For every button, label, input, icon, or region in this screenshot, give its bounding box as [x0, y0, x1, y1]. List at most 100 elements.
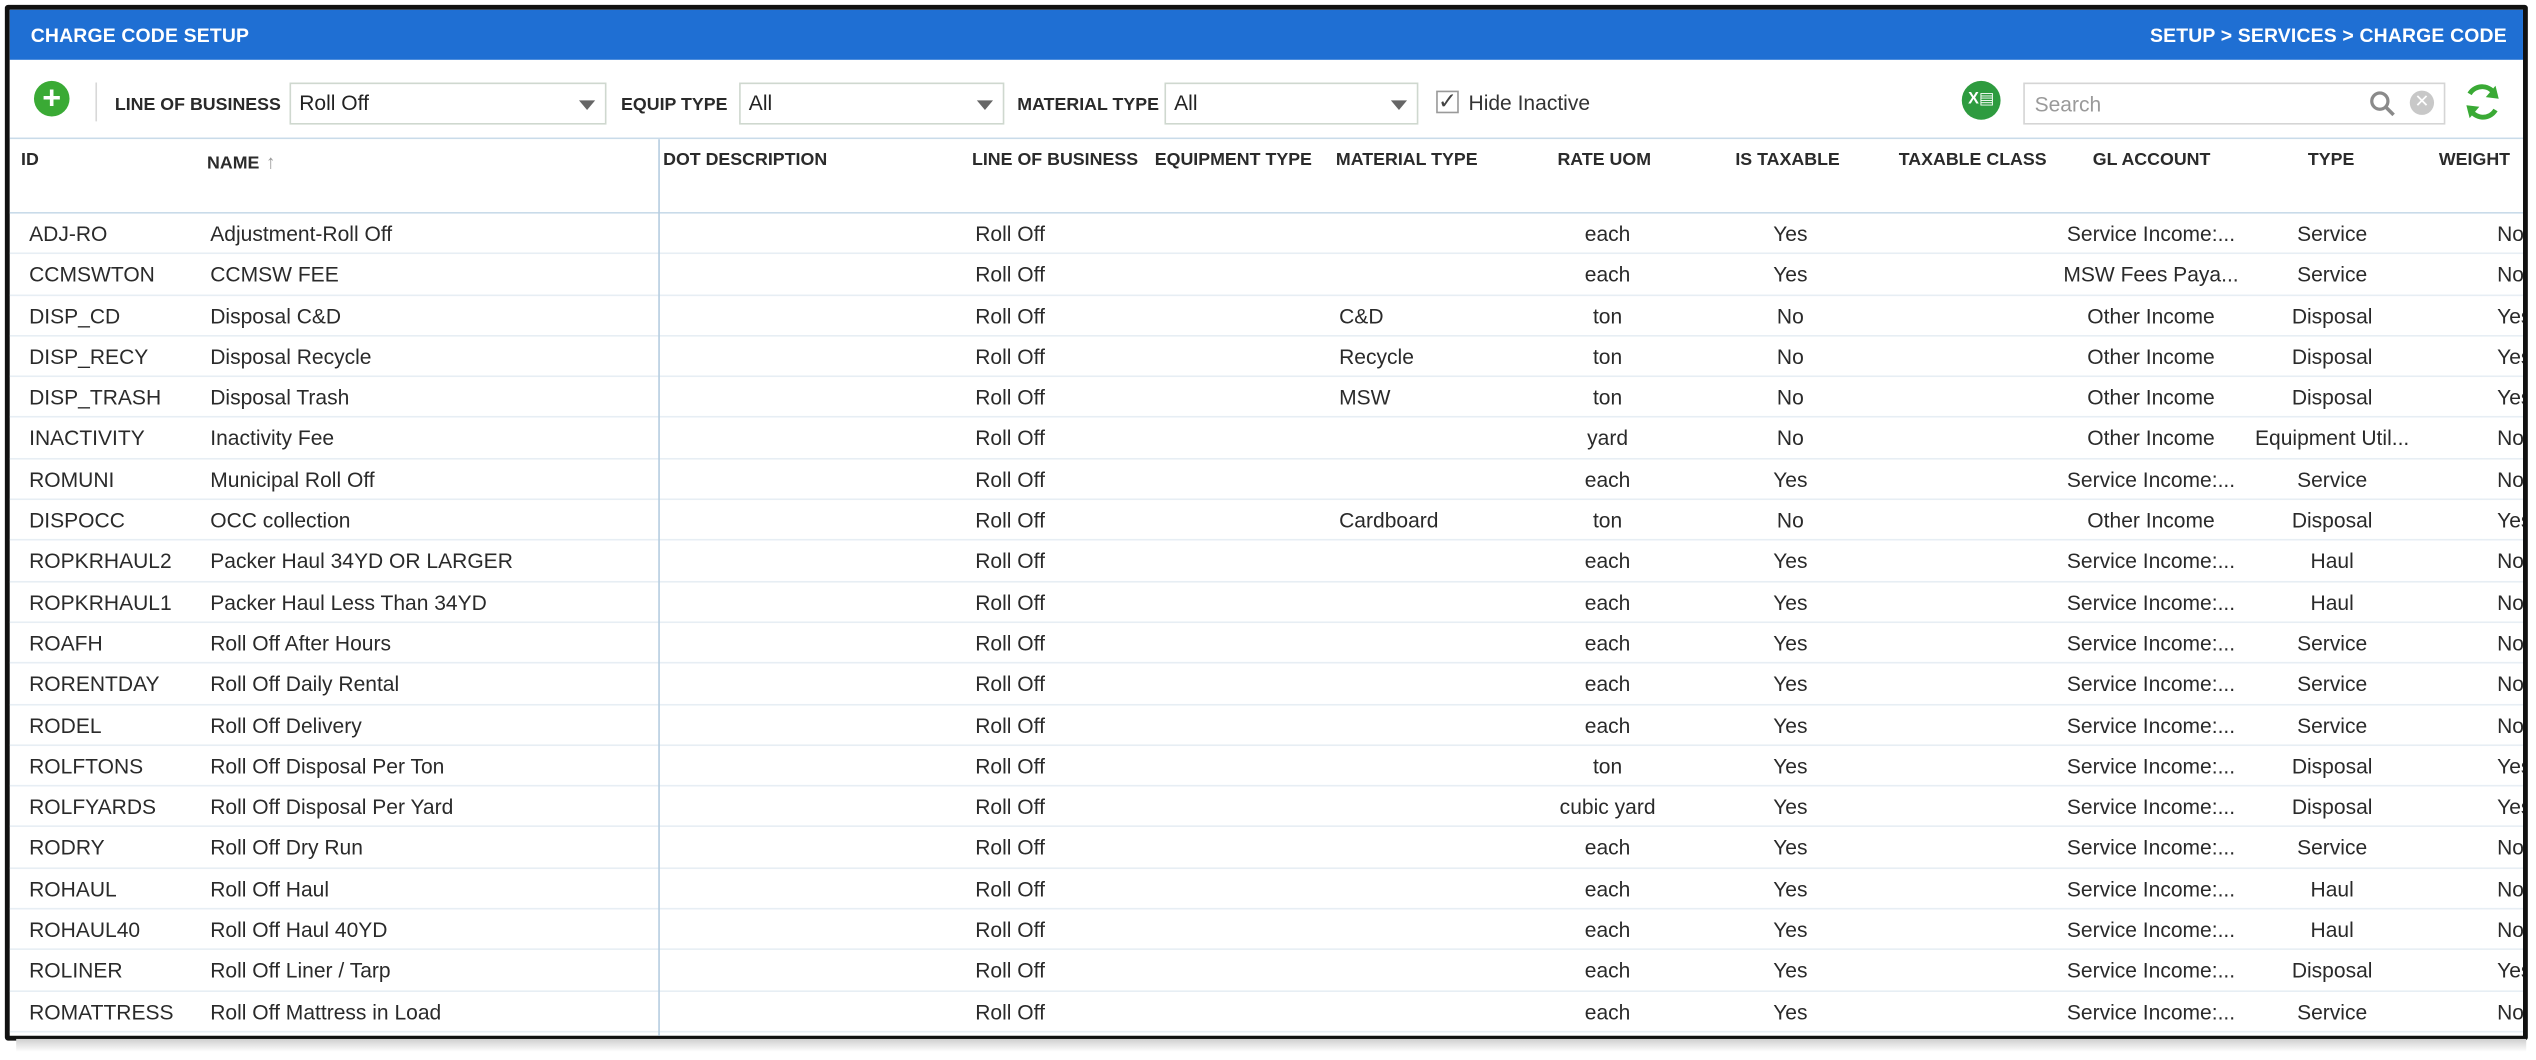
rate-uom-cell: each	[1584, 958, 1631, 983]
equip-type-select[interactable]: All	[739, 82, 1005, 125]
table-row[interactable]: DISP_RECY Disposal Recycle Roll Off Recycle…	[9, 336, 2523, 378]
charge-code-name: Municipal Roll Off	[210, 467, 375, 492]
charge-code-id: RODEL	[29, 712, 102, 738]
charge-code-name: Inactivity Fee	[210, 426, 335, 451]
line-of-business-cell: Roll Off	[975, 631, 1045, 656]
charge-code-name: Disposal Recycle	[210, 344, 372, 369]
charge-code-name: Roll Off Haul	[210, 876, 330, 901]
is-taxable-cell: Yes	[1773, 262, 1808, 287]
type-cell: Service	[2297, 631, 2368, 656]
column-header-line-of-business[interactable]: LINE OF BUSINESS	[972, 151, 1138, 170]
table-row[interactable]: RODEL Roll Off Delivery Roll Off each Yes Ser…	[9, 705, 2523, 746]
gl-account-cell: Other Income	[2087, 385, 2215, 410]
refresh-icon[interactable]	[2462, 81, 2504, 123]
table-row[interactable]: ROLFYARDS Roll Off Disposal Per Yard Roll …	[9, 787, 2523, 828]
breadcrumb-text[interactable]: SETUP > SERVICES > CHARGE CODE	[2150, 23, 2507, 46]
gl-account-cell: Service Income:...	[2066, 467, 2236, 492]
column-header-dot-description[interactable]: DOT DESCRIPTION	[663, 151, 827, 170]
gl-account-cell: Other Income	[2087, 344, 2215, 369]
is-taxable-cell: Yes	[1773, 753, 1808, 779]
table-row[interactable]: DISP_CD Disposal C&D Roll Off C&D ton No Other…	[9, 295, 2523, 337]
is-taxable-cell: No	[1776, 344, 1804, 369]
table-row[interactable]: ADJ-RO Adjustment-Roll Off Roll Off each Yes…	[9, 214, 2523, 255]
column-header-material-type[interactable]: MATERIAL TYPE	[1336, 151, 1478, 170]
search-box[interactable]: ✕	[2023, 82, 2446, 125]
charge-code-name: Adjustment-Roll Off	[210, 221, 393, 246]
table-row[interactable]: ROLINER Roll Off Liner / Tarp Roll Off each…	[9, 950, 2523, 992]
material-type-cell: C&D	[1339, 303, 1384, 328]
table-row[interactable]: ROHAUL40 Roll Off Haul 40YD Roll Off each Ye…	[9, 910, 2523, 951]
table-row[interactable]: DISP_TRASH Disposal Trash Roll Off MSW ton No…	[9, 377, 2523, 419]
weight-cell: No	[2497, 917, 2523, 942]
app-window: CHARGE CODE SETUP SETUP > SERVICES > CHA…	[0, 0, 2536, 1060]
table-row[interactable]: ROMUNI Municipal Roll Off Roll Off each Yes S…	[9, 459, 2523, 501]
weight-cell: No	[2497, 672, 2523, 697]
charge-code-id: ADJ-RO	[29, 221, 108, 246]
search-icon[interactable]	[2369, 91, 2395, 117]
is-taxable-cell: No	[1776, 303, 1804, 328]
gl-account-cell: Service Income:...	[2066, 549, 2236, 574]
table-row[interactable]: ROHAUL Roll Off Haul Roll Off each Yes Servic…	[9, 869, 2523, 910]
column-header-is-taxable[interactable]: IS TAXABLE	[1735, 151, 1839, 170]
clear-search-icon[interactable]: ✕	[2409, 90, 2435, 115]
rate-uom-cell: cubic yard	[1559, 794, 1656, 820]
material-type-value: All	[1174, 90, 1198, 115]
type-cell: Disposal	[2291, 958, 2373, 983]
rate-uom-cell: each	[1584, 712, 1631, 738]
window-shadow	[16, 1038, 2527, 1052]
line-of-business-cell: Roll Off	[975, 672, 1045, 697]
table-row[interactable]: DISPOCC OCC collection Roll Off Cardboard to…	[9, 500, 2523, 542]
charge-code-id: ROLINER	[29, 958, 123, 983]
table-row[interactable]: INACTIVITY Inactivity Fee Roll Off yard No Ot…	[9, 418, 2523, 460]
column-header-name[interactable]: NAME ↑	[207, 151, 276, 174]
table-row[interactable]: ROMATTRESS Roll Off Mattress in Load Roll …	[9, 991, 2523, 1033]
grid-header: ID NAME ↑ DOT DESCRIPTION LINE OF BUSINES…	[9, 139, 2523, 214]
add-charge-code-button[interactable]: +	[33, 80, 70, 117]
hide-inactive-label[interactable]: Hide Inactive	[1469, 91, 1591, 115]
column-header-taxable-class[interactable]: TAXABLE CLASS	[1899, 151, 2047, 170]
is-taxable-cell: Yes	[1773, 876, 1808, 901]
charge-code-name: Roll Off After Hours	[210, 631, 391, 656]
toolbar: + LINE OF BUSINESS Roll Off EQUIP TYPE A…	[9, 59, 2523, 138]
weight-cell: No	[2497, 835, 2523, 861]
weight-cell: No	[2497, 549, 2523, 574]
is-taxable-cell: No	[1776, 385, 1804, 410]
title-bar: CHARGE CODE SETUP SETUP > SERVICES > CHA…	[9, 9, 2523, 60]
search-input[interactable]	[2034, 92, 2342, 117]
sort-ascending-icon: ↑	[265, 150, 276, 174]
table-row[interactable]: RODRY Roll Off Dry Run Roll Off each Yes Serv…	[9, 828, 2523, 869]
charge-code-grid: ID NAME ↑ DOT DESCRIPTION LINE OF BUSINES…	[9, 137, 2523, 1036]
charge-code-id: INACTIVITY	[29, 426, 145, 451]
column-header-rate-uom[interactable]: RATE UOM	[1557, 151, 1651, 170]
column-header-gl-account[interactable]: GL ACCOUNT	[2093, 151, 2211, 170]
page-title: CHARGE CODE SETUP	[30, 23, 250, 47]
column-header-type[interactable]: TYPE	[2308, 151, 2354, 170]
charge-code-name: Roll Off Disposal Per Yard	[210, 794, 454, 820]
table-row[interactable]: ROPKRHAUL1 Packer Haul Less Than 34YD Roll…	[9, 582, 2523, 623]
line-of-business-label: LINE OF BUSINESS	[114, 95, 281, 115]
type-cell: Disposal	[2291, 385, 2373, 410]
table-row[interactable]: ROAFH Roll Off After Hours Roll Off each Yes…	[9, 623, 2523, 664]
table-row[interactable]: RORENTDAY Roll Off Daily Rental Roll Off ea…	[9, 664, 2523, 705]
is-taxable-cell: Yes	[1773, 917, 1808, 942]
column-header-id[interactable]: ID	[21, 151, 39, 170]
table-row[interactable]: CCMSWTON CCMSW FEE Roll Off each Yes MSW Fees…	[9, 255, 2523, 296]
gl-account-cell: Service Income:...	[2066, 794, 2236, 820]
charge-code-name: Packer Haul Less Than 34YD	[210, 590, 487, 615]
line-of-business-select[interactable]: Roll Off	[289, 82, 607, 125]
excel-export-button[interactable]: X▤	[1961, 80, 2001, 120]
column-header-equipment-type[interactable]: EQUIPMENT TYPE	[1155, 151, 1312, 170]
is-taxable-cell: Yes	[1773, 221, 1808, 246]
type-cell: Service	[2297, 999, 2368, 1024]
material-type-cell: Recycle	[1339, 344, 1414, 369]
table-row[interactable]: ROLFTONS Roll Off Disposal Per Ton Roll Of…	[9, 746, 2523, 787]
chevron-down-icon	[1390, 100, 1408, 111]
column-header-weight[interactable]: WEIGHT	[2439, 151, 2510, 170]
equip-type-label: EQUIP TYPE	[621, 95, 728, 115]
gl-account-cell: Service Income:...	[2066, 917, 2236, 942]
type-cell: Haul	[2310, 876, 2354, 901]
line-of-business-cell: Roll Off	[975, 344, 1045, 369]
table-row[interactable]: ROPKRHAUL2 Packer Haul 34YD OR LARGER Roll…	[9, 541, 2523, 583]
hide-inactive-checkbox[interactable]: ✓	[1436, 89, 1459, 114]
material-type-select[interactable]: All	[1164, 82, 1419, 125]
